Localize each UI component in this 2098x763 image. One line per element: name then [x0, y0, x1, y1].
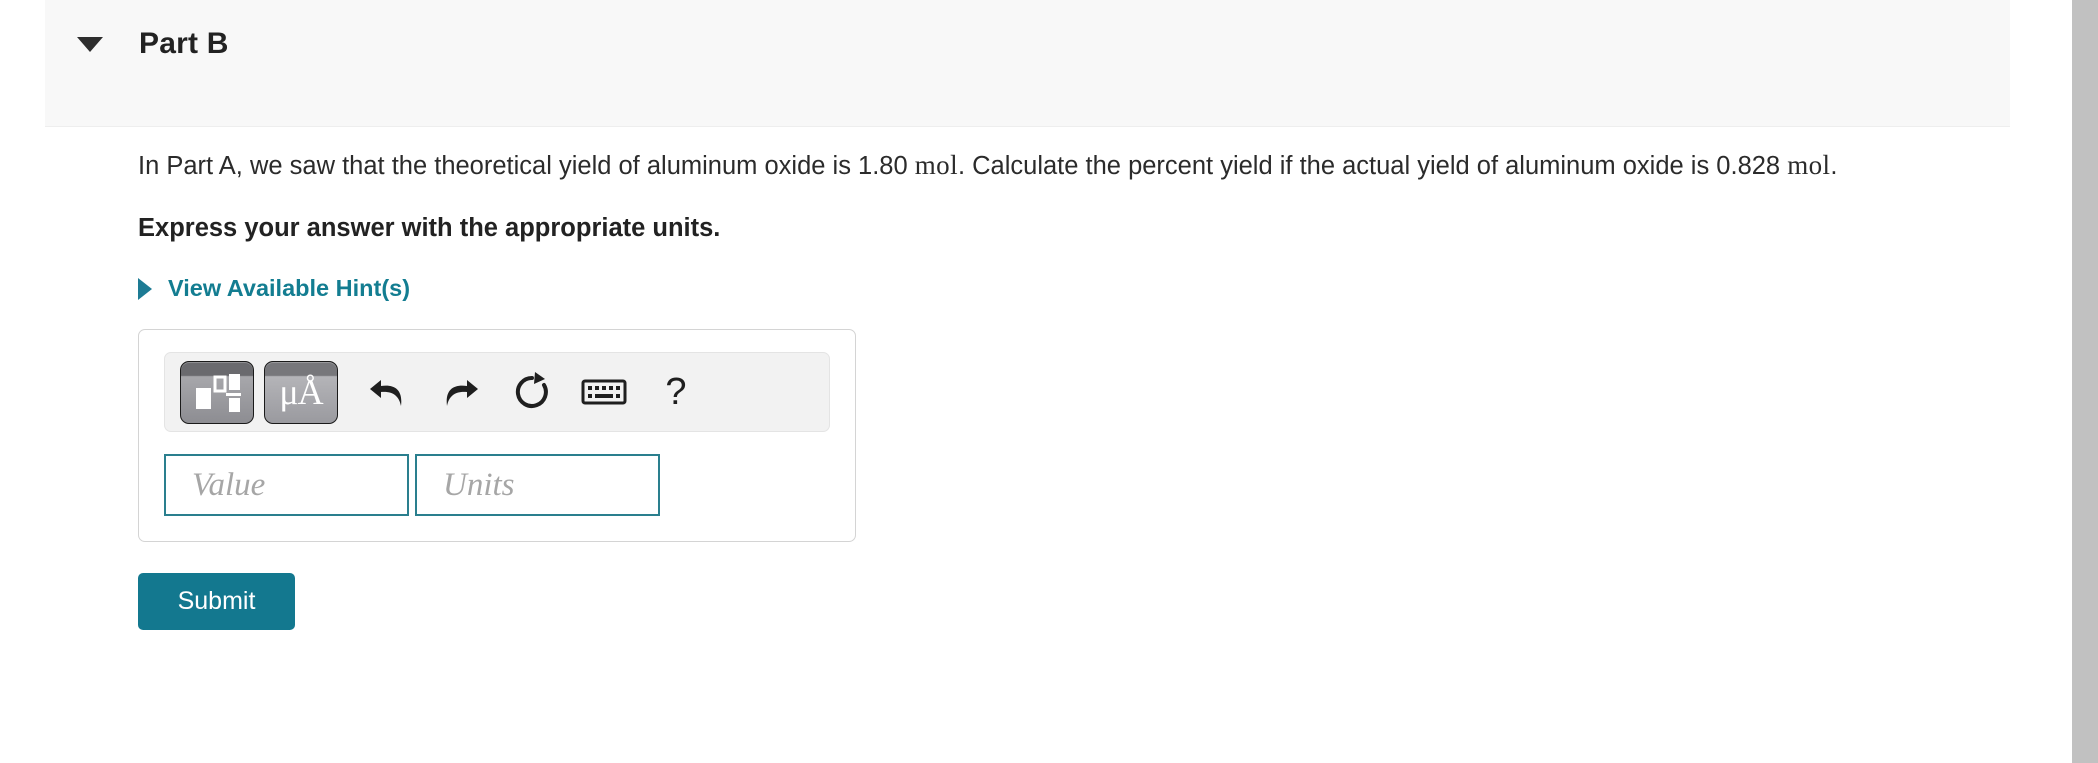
answer-instruction: Express your answer with the appropriate… — [138, 214, 721, 243]
view-hints-label: View Available Hint(s) — [168, 275, 411, 302]
actual-yield-unit: mol — [1787, 150, 1831, 180]
question-text-segment-1: In Part A, we saw that the theoretical y… — [138, 152, 859, 180]
question-statement: In Part A, we saw that the theoretical y… — [138, 148, 1948, 183]
theoretical-yield-value: 1.80 — [858, 152, 908, 180]
page-title: Part B — [139, 27, 229, 60]
theoretical-yield-unit: mol — [914, 150, 958, 180]
question-text-segment-3: . — [1830, 152, 1838, 180]
answer-entry-box: μÅ ? Value Units — [138, 329, 856, 543]
units-glyph-label: μÅ — [279, 372, 323, 413]
units-input[interactable]: Units — [415, 454, 660, 517]
value-input[interactable]: Value — [164, 454, 409, 517]
answer-toolbar: μÅ ? — [164, 352, 830, 433]
view-hints-link[interactable]: View Available Hint(s) — [138, 275, 410, 302]
units-input-placeholder: Units — [443, 466, 515, 503]
value-input-placeholder: Value — [192, 466, 266, 503]
reset-icon[interactable] — [500, 361, 564, 424]
keyboard-icon[interactable] — [572, 361, 636, 424]
template-icon[interactable] — [180, 360, 254, 424]
part-b-page: Part B In Part A, we saw that the theore… — [0, 0, 2098, 763]
submit-button[interactable]: Submit — [138, 573, 295, 631]
answer-fields-row: Value Units — [164, 454, 830, 517]
question-content: In Part A, we saw that the theoretical y… — [138, 148, 1978, 631]
triangle-right-icon — [138, 277, 152, 300]
question-text-segment-2: . Calculate the percent yield if the act… — [957, 152, 1717, 180]
actual-yield-value: 0.828 — [1716, 152, 1781, 180]
submit-button-label: Submit — [177, 587, 256, 616]
help-glyph-label: ? — [665, 370, 687, 413]
triangle-down-icon[interactable] — [77, 36, 103, 52]
help-icon[interactable]: ? — [644, 361, 708, 424]
page-scrollbar-thumb[interactable] — [2072, 0, 2098, 763]
undo-icon[interactable] — [356, 361, 420, 424]
part-header-bar: Part B — [45, 0, 2010, 127]
redo-icon[interactable] — [428, 361, 492, 424]
units-icon[interactable]: μÅ — [264, 360, 338, 424]
page-scrollbar[interactable] — [2072, 0, 2098, 763]
